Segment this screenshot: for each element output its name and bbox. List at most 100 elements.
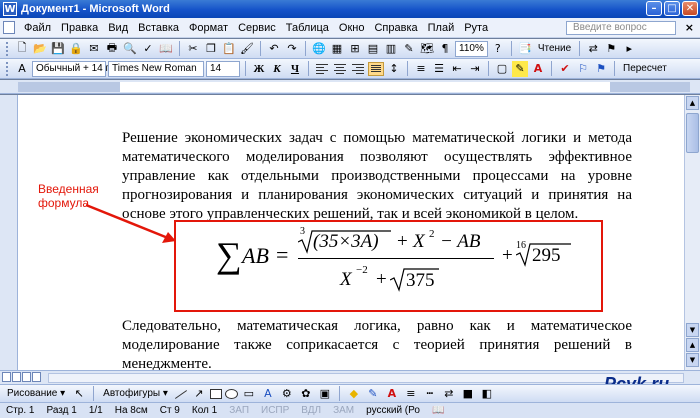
maximize-button[interactable]: □ bbox=[664, 1, 680, 16]
style-dropdown[interactable]: Обычный + 14 г bbox=[32, 60, 109, 77]
arrow-icon[interactable]: ↗ bbox=[191, 386, 207, 402]
close-button[interactable]: ✕ bbox=[682, 1, 698, 16]
wordart-icon[interactable]: A bbox=[260, 386, 276, 402]
diagram-icon[interactable]: ⚙ bbox=[279, 386, 295, 402]
toolbar-grip[interactable] bbox=[6, 61, 9, 76]
translate-icon[interactable]: ⇄ bbox=[585, 41, 601, 57]
bullets-icon[interactable]: ☰ bbox=[431, 61, 447, 77]
formula[interactable]: ∑ AB = 3 (35×3A) + X 2 − AB X −2 + 375 +… bbox=[216, 226, 596, 308]
document-icon[interactable] bbox=[3, 21, 15, 34]
scroll-thumb[interactable] bbox=[686, 113, 699, 153]
decrease-indent-icon[interactable]: ⇤ bbox=[449, 61, 465, 77]
save-icon[interactable]: 💾 bbox=[50, 41, 66, 57]
dash-style-icon[interactable]: ┅ bbox=[422, 386, 438, 402]
outline-view-icon[interactable] bbox=[32, 372, 41, 382]
email-icon[interactable]: ✉ bbox=[86, 41, 102, 57]
drawing-menu-button[interactable]: Рисование ▾ bbox=[4, 388, 68, 399]
document-page[interactable]: Решение экономических задач с помощью ма… bbox=[18, 95, 684, 370]
status-language[interactable]: русский (Ро bbox=[360, 405, 426, 416]
format-painter-icon[interactable]: 🖌 bbox=[239, 41, 255, 57]
numbering-icon[interactable]: ≡ bbox=[413, 61, 429, 77]
font-dropdown[interactable]: Times New Roman bbox=[108, 60, 204, 77]
drawing-icon[interactable]: ✎ bbox=[401, 41, 417, 57]
menu-window[interactable]: Окно bbox=[334, 18, 370, 38]
draw-font-color-icon[interactable]: A bbox=[384, 386, 400, 402]
paste-icon[interactable]: 📋 bbox=[221, 41, 237, 57]
clipart-icon[interactable]: ✿ bbox=[298, 386, 314, 402]
autoshapes-button[interactable]: Автофигуры ▾ bbox=[100, 388, 171, 399]
next-page-icon[interactable]: ▼ bbox=[686, 353, 699, 367]
insert-table-icon[interactable]: ⊞ bbox=[347, 41, 363, 57]
paragraph-1[interactable]: Решение экономических задач с помощью ма… bbox=[122, 129, 632, 224]
new-document-icon[interactable]: 🗋 bbox=[14, 41, 30, 57]
picture-icon[interactable]: ▣ bbox=[317, 386, 333, 402]
underline-button[interactable]: Ч bbox=[287, 63, 303, 75]
open-folder-icon[interactable]: 📂 bbox=[32, 41, 48, 57]
font-color-icon[interactable]: A bbox=[530, 61, 546, 77]
spelling-status-icon[interactable]: 📖 bbox=[426, 405, 450, 416]
align-left-icon[interactable] bbox=[314, 62, 330, 76]
menu-plai[interactable]: Плай bbox=[423, 18, 460, 38]
document-map-icon[interactable]: 🗺 bbox=[419, 41, 435, 57]
ask-question-input[interactable]: Введите вопрос bbox=[566, 21, 676, 35]
research-icon[interactable]: 📖 bbox=[158, 41, 174, 57]
translit-icon[interactable]: ⚐ bbox=[575, 61, 591, 77]
tables-borders-icon[interactable]: ▦ bbox=[329, 41, 345, 57]
oval-icon[interactable] bbox=[224, 388, 238, 399]
undo-icon[interactable]: ↶ bbox=[266, 41, 282, 57]
columns-icon[interactable]: ▥ bbox=[383, 41, 399, 57]
align-center-icon[interactable] bbox=[332, 62, 348, 76]
previous-page-icon[interactable]: ▲ bbox=[686, 338, 699, 352]
bold-button[interactable]: Ж bbox=[251, 63, 267, 75]
increase-indent-icon[interactable]: ⇥ bbox=[467, 61, 483, 77]
reading-button[interactable]: Чтение bbox=[535, 43, 574, 54]
copy-icon[interactable]: ❐ bbox=[203, 41, 219, 57]
insert-excel-icon[interactable]: ▤ bbox=[365, 41, 381, 57]
font-size-dropdown[interactable]: 14 bbox=[206, 60, 240, 77]
print-icon[interactable]: 🖶 bbox=[104, 41, 120, 57]
scroll-down-icon[interactable]: ▼ bbox=[686, 323, 699, 337]
highlight-icon[interactable]: ✎ bbox=[512, 60, 528, 77]
scroll-up-icon[interactable]: ▲ bbox=[686, 96, 699, 110]
redo-icon[interactable]: ↷ bbox=[284, 41, 300, 57]
select-objects-icon[interactable]: ↖ bbox=[71, 386, 87, 402]
read-icon[interactable]: 📑 bbox=[517, 41, 533, 57]
normal-view-icon[interactable] bbox=[2, 372, 11, 382]
borders-icon[interactable]: ▢ bbox=[494, 61, 510, 77]
menu-help[interactable]: Справка bbox=[369, 18, 422, 38]
menu-view[interactable]: Вид bbox=[103, 18, 133, 38]
align-right-icon[interactable] bbox=[350, 62, 366, 76]
menu-format[interactable]: Формат bbox=[184, 18, 233, 38]
vertical-ruler[interactable] bbox=[0, 95, 18, 370]
menu-edit[interactable]: Правка bbox=[56, 18, 103, 38]
line-color-icon[interactable]: ✎ bbox=[365, 386, 381, 402]
line-style-icon[interactable]: ≡ bbox=[403, 386, 419, 402]
help-icon[interactable]: ? bbox=[490, 41, 506, 57]
status-extend[interactable]: ВДЛ bbox=[295, 405, 327, 416]
print-preview-icon[interactable]: 🔍 bbox=[122, 41, 138, 57]
spellcheck-icon[interactable]: ✔ bbox=[557, 61, 573, 77]
textbox-icon[interactable]: ▭ bbox=[241, 386, 257, 402]
horizontal-ruler[interactable] bbox=[0, 80, 700, 94]
justify-icon[interactable] bbox=[368, 61, 384, 76]
rectangle-icon[interactable] bbox=[209, 388, 222, 399]
menu-insert[interactable]: Вставка bbox=[133, 18, 184, 38]
options-icon[interactable]: ▸ bbox=[621, 41, 637, 57]
recalc-button[interactable]: Пересчет bbox=[620, 63, 670, 74]
flag-icon[interactable]: ⚑ bbox=[603, 41, 619, 57]
line-icon[interactable] bbox=[174, 388, 188, 400]
spelling-icon[interactable]: ✓ bbox=[140, 41, 156, 57]
menu-file[interactable]: Файл bbox=[19, 18, 56, 38]
status-track[interactable]: ИСПР bbox=[255, 405, 295, 416]
menu-ruta[interactable]: Рута bbox=[459, 18, 493, 38]
cut-icon[interactable]: ✂ bbox=[185, 41, 201, 57]
menu-table[interactable]: Таблица bbox=[281, 18, 334, 38]
3d-icon[interactable]: ◧ bbox=[479, 386, 495, 402]
permission-icon[interactable]: 🔒 bbox=[68, 41, 84, 57]
zoom-dropdown[interactable]: 110% bbox=[455, 40, 488, 57]
lang-flag-icon[interactable]: ⚑ bbox=[593, 61, 609, 77]
line-spacing-icon[interactable]: ↕ bbox=[386, 61, 402, 77]
vertical-scrollbar[interactable]: ▲ ▼ ▲ ▼ bbox=[684, 95, 700, 370]
document-close-icon[interactable]: × bbox=[685, 21, 694, 34]
show-hide-icon[interactable]: ¶ bbox=[437, 41, 453, 57]
